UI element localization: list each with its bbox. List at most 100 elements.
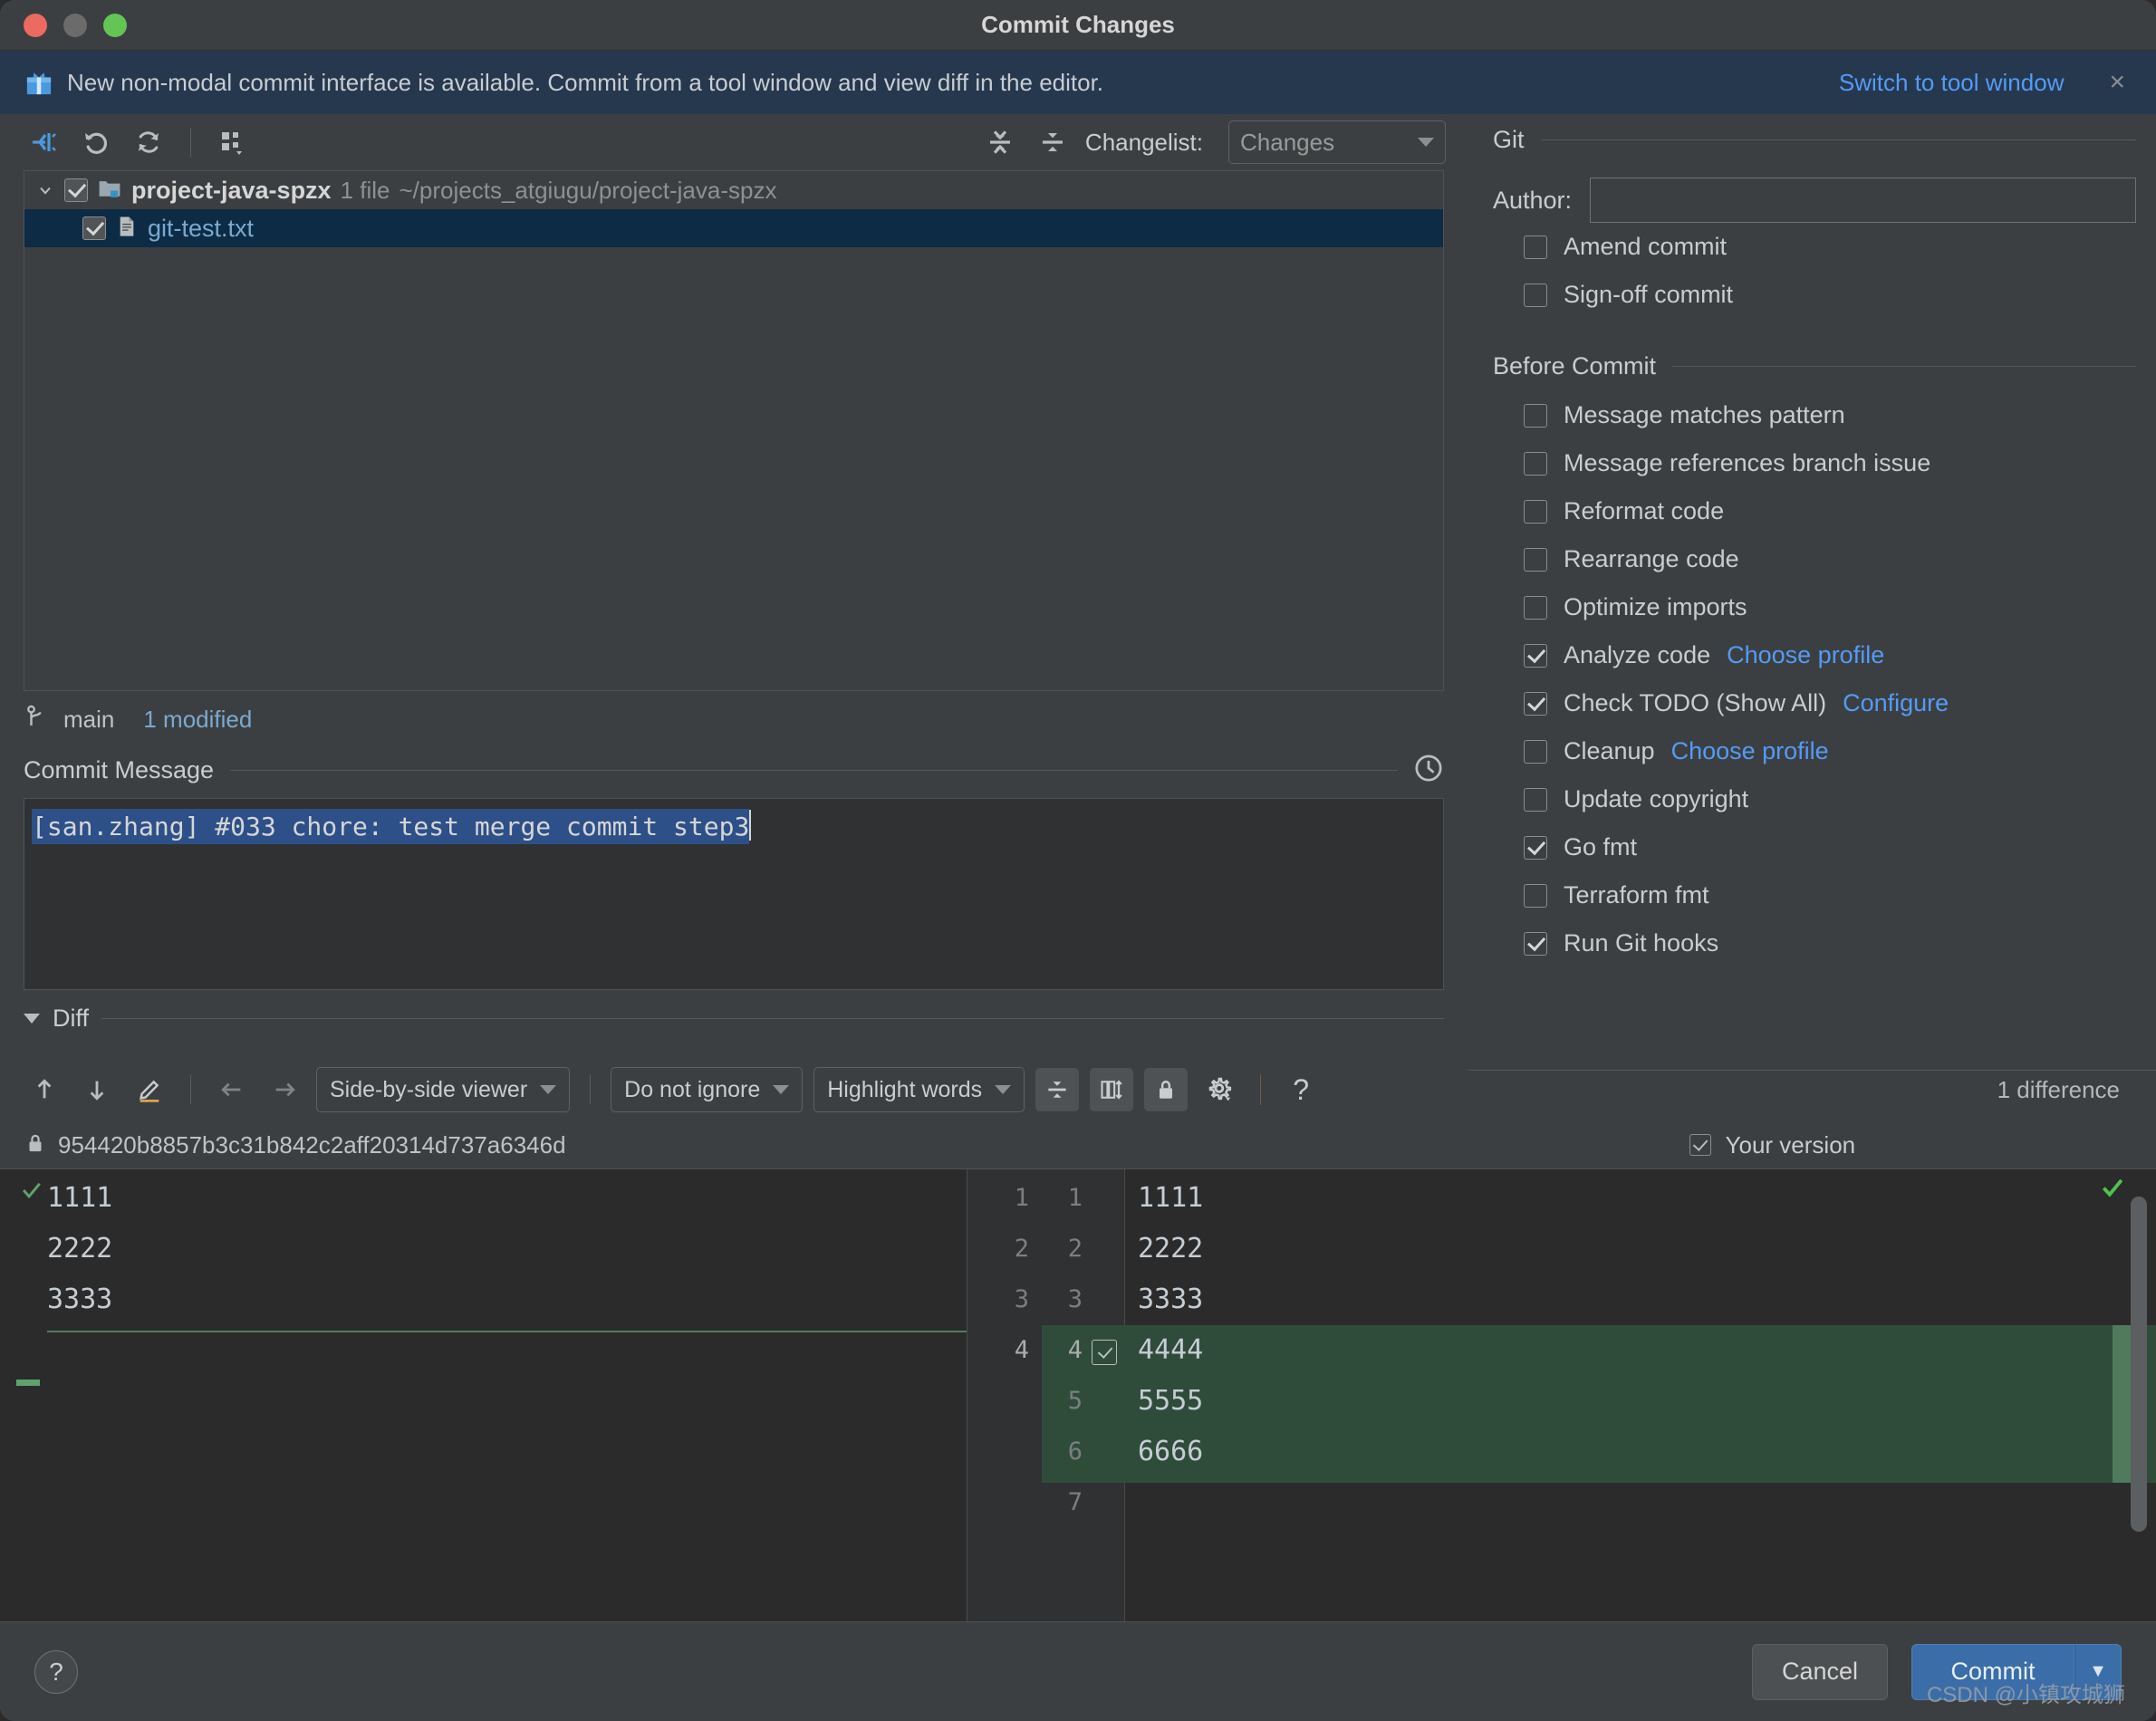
modified-count-link[interactable]: 1 modified xyxy=(143,706,252,734)
diff-old-line-numbers: 1 2 3 4 xyxy=(967,1169,1042,1639)
checkbox-rearrange-code[interactable]: Rearrange code xyxy=(1468,535,2156,583)
checkbox-reformat-code[interactable]: Reformat code xyxy=(1468,487,2156,535)
message-matches-pattern-label: Message matches pattern xyxy=(1564,401,1845,428)
checkbox-optimize-imports[interactable]: Optimize imports xyxy=(1468,583,2156,631)
collapse-all-icon[interactable] xyxy=(1033,122,1073,162)
checkbox-update-copyright[interactable]: Update copyright xyxy=(1468,775,2156,823)
terraform-fmt-checkbox[interactable] xyxy=(1524,883,1547,908)
file-icon xyxy=(115,215,139,243)
synchronize-scroll-icon[interactable] xyxy=(1090,1068,1134,1111)
diff-label: Diff xyxy=(53,1004,90,1032)
maximize-window-button[interactable] xyxy=(103,13,127,37)
tree-root-checkbox[interactable] xyxy=(64,178,88,202)
close-icon[interactable]: × xyxy=(2109,69,2131,96)
optimize-imports-checkbox[interactable] xyxy=(1524,595,1547,620)
diff-content[interactable]: 1111 2222 3333 1 2 3 4 1 2 3 4 5 6 7 111… xyxy=(0,1168,2156,1639)
tree-row-project-root[interactable]: project-java-spzx 1 file ~/projects_atgi… xyxy=(24,171,1443,209)
your-version-checkbox[interactable] xyxy=(1689,1134,1711,1156)
diff-scrollbar[interactable] xyxy=(2131,1169,2147,1639)
chevron-down-icon[interactable] xyxy=(35,181,55,199)
viewer-mode-value: Side-by-side viewer xyxy=(330,1076,528,1102)
diff-accept-checkmark-icon[interactable] xyxy=(20,1178,43,1207)
checkbox-cleanup[interactable]: Cleanup Choose profile xyxy=(1468,727,2156,775)
go-fmt-label: Go fmt xyxy=(1564,833,1638,860)
diff-new-line-numbers: 1 2 3 4 5 6 7 xyxy=(1042,1169,1125,1639)
toolbar-separator xyxy=(590,1075,592,1104)
diff-accept-change-checkbox[interactable] xyxy=(1092,1340,1117,1365)
rearrange-code-checkbox[interactable] xyxy=(1524,547,1547,572)
lock-icon[interactable] xyxy=(1144,1068,1189,1111)
rollback-icon[interactable] xyxy=(76,122,116,162)
diff-scrollbar-thumb[interactable] xyxy=(2131,1197,2147,1532)
cancel-button[interactable]: Cancel xyxy=(1752,1643,1888,1700)
line-number: 6 xyxy=(1067,1437,1083,1466)
tree-file-checkbox[interactable] xyxy=(82,216,106,240)
checkbox-go-fmt[interactable]: Go fmt xyxy=(1468,823,2156,871)
commit-message-label: Commit Message xyxy=(24,755,215,784)
message-matches-pattern-checkbox[interactable] xyxy=(1524,403,1547,428)
cleanup-checkbox[interactable] xyxy=(1524,739,1547,764)
arrow-down-icon[interactable] xyxy=(76,1069,118,1110)
chevron-down-icon[interactable] xyxy=(24,1013,40,1024)
banner-message: New non-modal commit interface is availa… xyxy=(67,68,1104,96)
close-window-button[interactable] xyxy=(24,13,47,37)
run-git-hooks-checkbox[interactable] xyxy=(1524,931,1547,956)
checkbox-amend-commit[interactable]: Amend commit xyxy=(1468,223,2156,271)
checkbox-message-references-branch-issue[interactable]: Message references branch issue xyxy=(1468,439,2156,487)
diff-status-ok-icon xyxy=(2100,1175,2125,1205)
commit-options-dropdown[interactable]: ▼ xyxy=(2074,1643,2122,1700)
ignore-mode-select[interactable]: Do not ignore xyxy=(611,1067,804,1112)
help-button[interactable]: ? xyxy=(34,1649,78,1694)
checkbox-analyze-code[interactable]: Analyze code Choose profile xyxy=(1468,631,2156,679)
diff-left-editor[interactable]: 1111 2222 3333 xyxy=(0,1169,967,1639)
diff-left-line: 1111 xyxy=(47,1182,113,1214)
arrow-left-icon[interactable] xyxy=(211,1069,253,1110)
check-todo-configure-link[interactable]: Configure xyxy=(1843,689,1949,717)
commit-message-input[interactable]: [san.zhang] #033 chore: test merge commi… xyxy=(24,798,1444,990)
expand-all-icon[interactable] xyxy=(980,122,1020,162)
amend-commit-checkbox[interactable] xyxy=(1524,235,1547,259)
diff-right-editor[interactable]: 1111 2222 3333 4444 5555 6666 xyxy=(1125,1169,2156,1639)
update-copyright-checkbox[interactable] xyxy=(1524,787,1547,812)
diff-insertion-marker xyxy=(16,1380,40,1386)
collapse-unchanged-icon[interactable] xyxy=(1035,1068,1080,1111)
message-references-branch-issue-checkbox[interactable] xyxy=(1524,451,1547,476)
question-icon[interactable]: ? xyxy=(1279,1068,1323,1111)
before-commit-section-header: Before Commit xyxy=(1468,341,2156,391)
tree-row-file[interactable]: git-test.txt xyxy=(24,209,1443,247)
checkbox-run-git-hooks[interactable]: Run Git hooks xyxy=(1468,919,2156,967)
chevron-down-icon xyxy=(540,1085,557,1094)
line-number: 2 xyxy=(1067,1235,1083,1263)
changes-tree[interactable]: project-java-spzx 1 file ~/projects_atgi… xyxy=(24,170,1444,691)
line-number: 5 xyxy=(1067,1387,1083,1415)
sign-off-commit-checkbox[interactable] xyxy=(1524,283,1547,307)
refresh-icon[interactable] xyxy=(129,122,168,162)
history-clock-icon[interactable] xyxy=(1413,753,1444,788)
checkbox-terraform-fmt[interactable]: Terraform fmt xyxy=(1468,871,2156,919)
author-field[interactable] xyxy=(1590,178,2136,223)
gear-icon[interactable] xyxy=(1198,1068,1242,1111)
minimize-window-button[interactable] xyxy=(63,13,87,37)
checkbox-check-todo[interactable]: Check TODO (Show All) Configure xyxy=(1468,679,2156,727)
switch-to-tool-window-link[interactable]: Switch to tool window xyxy=(1839,69,2065,97)
analyze-code-checkbox[interactable] xyxy=(1524,643,1547,668)
checkbox-message-matches-pattern[interactable]: Message matches pattern xyxy=(1468,391,2156,439)
check-todo-checkbox[interactable] xyxy=(1524,691,1547,716)
arrow-up-icon[interactable] xyxy=(24,1069,65,1110)
commit-button[interactable]: Commit xyxy=(1911,1643,2074,1700)
checkbox-sign-off-commit[interactable]: Sign-off commit xyxy=(1468,271,2156,319)
go-fmt-checkbox[interactable] xyxy=(1524,835,1547,860)
viewer-mode-select[interactable]: Side-by-side viewer xyxy=(316,1067,571,1112)
group-by-icon[interactable] xyxy=(213,122,253,162)
analyze-code-choose-profile-link[interactable]: Choose profile xyxy=(1727,641,1884,669)
arrow-right-icon[interactable] xyxy=(264,1069,305,1110)
section-divider xyxy=(101,1017,1444,1019)
highlight-mode-select[interactable]: Highlight words xyxy=(813,1067,1025,1112)
reformat-code-checkbox[interactable] xyxy=(1524,499,1547,524)
sign-off-commit-label: Sign-off commit xyxy=(1564,281,1734,308)
edit-source-icon[interactable] xyxy=(129,1069,170,1110)
author-row: Author: xyxy=(1468,165,2156,223)
changelist-select[interactable]: Changes xyxy=(1228,120,1446,164)
collapse-to-changes-icon[interactable] xyxy=(24,122,63,162)
cleanup-choose-profile-link[interactable]: Choose profile xyxy=(1671,737,1829,765)
